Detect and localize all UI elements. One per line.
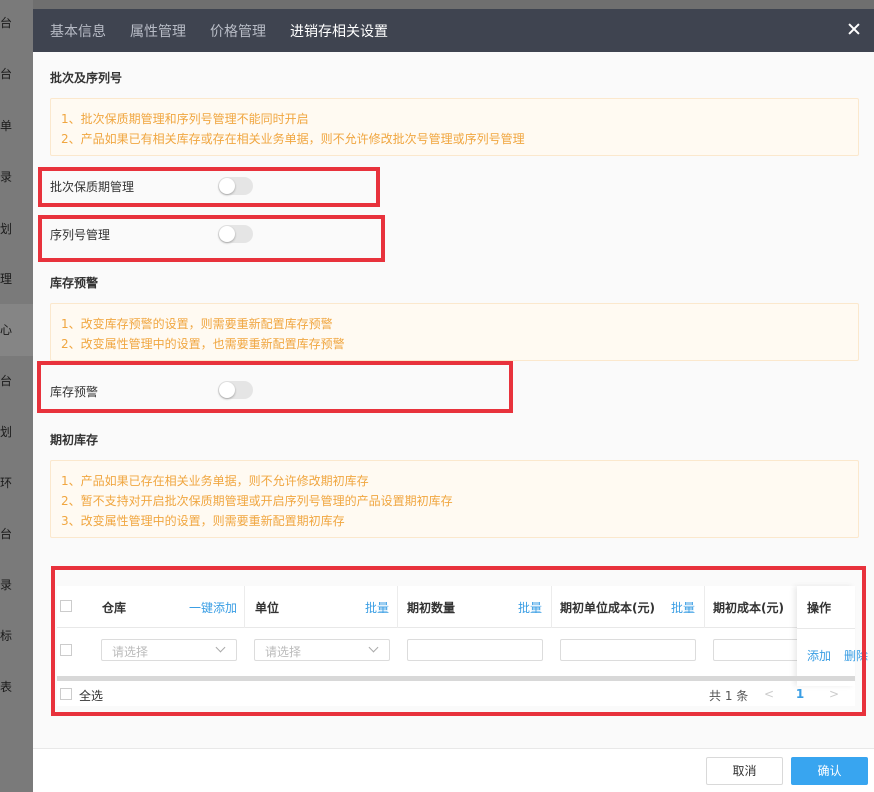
notice-line: 2、暂不支持对开启批次保质期管理或开启序列号管理的产品设置期初库存 (61, 494, 453, 508)
background-glyph: 录 (0, 170, 12, 184)
tab-inventory-settings[interactable]: 进销存相关设置 (290, 21, 388, 41)
confirm-button[interactable]: 确认 (791, 757, 868, 785)
notice-line: 3、改变属性管理中的设置，则需要重新配置期初库存 (61, 514, 345, 528)
section-title-batch: 批次及序列号 (50, 71, 123, 85)
section-title-initial-stock: 期初库存 (50, 433, 99, 447)
background-glyph: 录 (0, 578, 12, 592)
annotation-box (37, 361, 513, 413)
tab-basic-info[interactable]: 基本信息 (50, 21, 106, 41)
background-glyph: 台 (0, 374, 12, 388)
annotation-box (51, 566, 866, 716)
notice-warning: 1、改变库存预警的设置，则需要重新配置库存预警 2、改变属性管理中的设置，也需要… (50, 303, 859, 361)
notice-line: 1、产品如果已存在相关业务单据，则不允许修改期初库存 (61, 474, 369, 488)
background-glyph: 环 (0, 476, 12, 490)
annotation-box (38, 215, 385, 262)
section-title-warning: 库存预警 (50, 276, 99, 290)
background-page: 台 台 单 录 划 理 心 台 划 环 台 录 标 表 (0, 0, 33, 792)
background-glyph: 心 (0, 323, 12, 337)
background-glyph: 台 (0, 16, 12, 30)
background-glyph: 理 (0, 272, 12, 286)
notice-line: 2、产品如果已有相关库存或存在相关业务单据，则不允许修改批次号管理或序列号管理 (61, 132, 525, 146)
background-glyph: 标 (0, 629, 12, 643)
background-glyph: 台 (0, 67, 12, 81)
background-glyph: 台 (0, 527, 12, 541)
cancel-button[interactable]: 取消 (706, 757, 783, 785)
close-icon[interactable] (844, 19, 864, 39)
background-glyph: 表 (0, 680, 12, 694)
tab-attribute-management[interactable]: 属性管理 (130, 21, 186, 41)
modal-footer: 取消 确认 (33, 748, 874, 792)
tab-bar: 基本信息 属性管理 价格管理 进销存相关设置 (33, 9, 874, 52)
background-glyph: 划 (0, 222, 12, 236)
tab-price-management[interactable]: 价格管理 (210, 21, 266, 41)
background-glyph: 单 (0, 119, 12, 133)
notice-line: 1、改变库存预警的设置，则需要重新配置库存预警 (61, 317, 333, 331)
notice-batch: 1、批次保质期管理和序列号管理不能同时开启 2、产品如果已有相关库存或存在相关业… (50, 98, 859, 156)
notice-initial-stock: 1、产品如果已存在相关业务单据，则不允许修改期初库存 2、暂不支持对开启批次保质… (50, 460, 859, 538)
notice-line: 1、批次保质期管理和序列号管理不能同时开启 (61, 112, 309, 126)
annotation-box (38, 167, 380, 207)
notice-line: 2、改变属性管理中的设置，也需要重新配置库存预警 (61, 337, 345, 351)
background-glyph: 划 (0, 425, 12, 439)
